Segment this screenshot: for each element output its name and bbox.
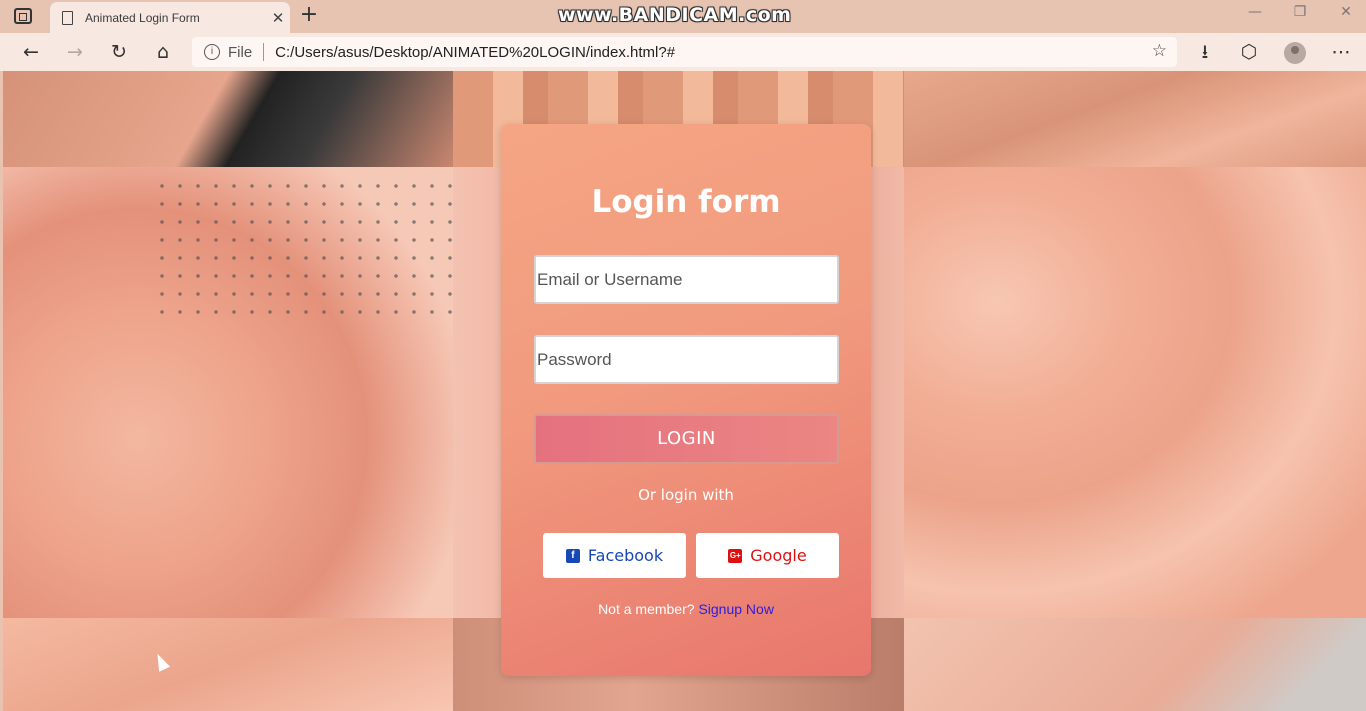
tab-title: Animated Login Form xyxy=(85,10,200,25)
address-bar[interactable]: i File C:/Users/asus/Desktop/ANIMATED%20… xyxy=(192,37,1177,67)
browser-titlebar: Animated Login Form ✕ + www.BANDICAM.com… xyxy=(0,0,1366,33)
google-label: Google xyxy=(750,546,807,565)
email-username-input[interactable] xyxy=(534,255,839,304)
login-card: Login form LOGIN Or login with f Faceboo… xyxy=(501,124,871,676)
tab-close-icon[interactable]: ✕ xyxy=(266,9,290,27)
new-tab-button[interactable]: + xyxy=(298,4,320,28)
favorite-star-icon[interactable]: ☆ xyxy=(1152,41,1167,61)
extensions-icon[interactable]: ⬡ xyxy=(1236,40,1262,64)
page-icon xyxy=(62,10,73,25)
back-icon[interactable]: ← xyxy=(18,40,44,64)
facebook-icon: f xyxy=(565,548,580,563)
profile-avatar[interactable] xyxy=(1284,42,1306,64)
background-photo-1 xyxy=(3,71,453,167)
signup-prompt: Not a member? Signup Now xyxy=(501,601,871,617)
restore-button[interactable]: ❐ xyxy=(1285,4,1315,20)
downloads-icon[interactable]: ⭳ xyxy=(1192,40,1218,64)
password-input[interactable] xyxy=(534,335,839,384)
background-photo-bottles xyxy=(3,167,453,618)
page-content: Login form LOGIN Or login with f Faceboo… xyxy=(0,71,1366,711)
facebook-login-button[interactable]: f Facebook xyxy=(543,533,686,578)
more-menu-icon[interactable]: ⋯ xyxy=(1328,40,1354,64)
background-photo-3 xyxy=(904,71,1366,167)
close-window-button[interactable]: ✕ xyxy=(1331,4,1361,20)
facebook-label: Facebook xyxy=(587,546,664,565)
not-member-text: Not a member? xyxy=(598,601,695,617)
background-photo-9 xyxy=(904,618,1366,711)
refresh-icon[interactable]: ↻ xyxy=(106,40,132,64)
forward-icon[interactable]: → xyxy=(62,40,88,64)
background-photo-7 xyxy=(3,618,453,711)
url-text[interactable]: C:/Users/asus/Desktop/ANIMATED%20LOGIN/i… xyxy=(275,44,675,61)
address-divider xyxy=(263,43,265,61)
google-login-button[interactable]: G+ Google xyxy=(696,533,839,578)
minimize-button[interactable]: — xyxy=(1240,4,1270,20)
info-icon[interactable]: i xyxy=(204,44,220,60)
home-icon[interactable]: ⌂ xyxy=(150,40,176,64)
google-plus-icon: G+ xyxy=(728,548,743,563)
background-photo-petals xyxy=(904,167,1366,618)
browser-toolbar: ← → ↻ ⌂ i File C:/Users/asus/Desktop/ANI… xyxy=(0,33,1366,71)
recording-watermark: www.BANDICAM.com xyxy=(558,4,792,26)
scheme-label: File xyxy=(228,43,253,61)
or-login-with-text: Or login with xyxy=(638,486,734,504)
signup-link[interactable]: Signup Now xyxy=(698,601,774,617)
tab-actions-icon[interactable] xyxy=(14,8,32,24)
login-title: Login form xyxy=(591,184,781,220)
login-button[interactable]: LOGIN xyxy=(534,414,839,464)
browser-tab[interactable]: Animated Login Form ✕ xyxy=(50,2,290,33)
